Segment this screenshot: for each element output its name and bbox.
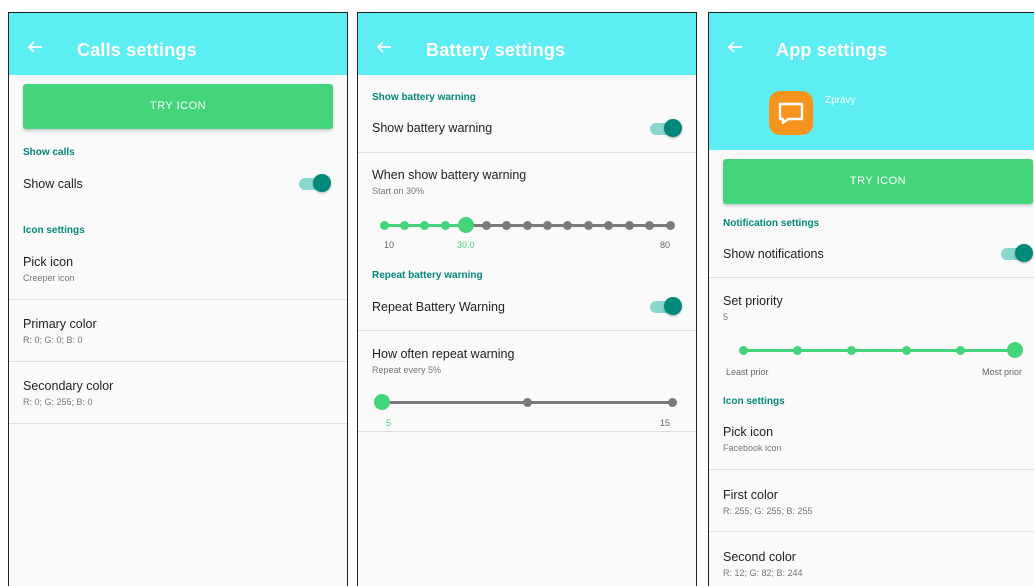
show-calls-label: Show calls <box>23 177 83 191</box>
slider-tick[interactable] <box>604 221 614 230</box>
page-title: App settings <box>776 40 888 60</box>
app-name: Zprávy <box>825 95 856 106</box>
slider-tick[interactable] <box>399 221 409 230</box>
repeat-battery-warning-toggle[interactable] <box>648 297 682 315</box>
slider-tick[interactable] <box>738 346 748 355</box>
divider <box>709 277 1034 278</box>
divider <box>709 531 1034 532</box>
battery-app-bar: Battery settings <box>358 13 696 75</box>
show-battery-warning-label: Show battery warning <box>372 121 493 135</box>
section-header-icon-settings: Icon settings <box>23 225 85 236</box>
slider-tick[interactable] <box>563 221 573 230</box>
divider <box>358 152 696 153</box>
slider-max-label: 15 <box>660 418 671 428</box>
priority-slider[interactable] <box>738 340 1023 360</box>
slider-thumb[interactable] <box>457 217 474 233</box>
slider-tick[interactable] <box>645 221 655 230</box>
section-header-show-calls: Show calls <box>23 147 75 158</box>
slider-max-label: 80 <box>660 240 671 250</box>
slider-tick[interactable] <box>901 346 911 355</box>
slider-tick[interactable] <box>583 221 593 230</box>
set-priority-label: Set priority <box>723 294 783 308</box>
first-color-value: R: 255; G: 255; B: 255 <box>723 506 813 516</box>
how-often-repeat-value: Repeat every 5% <box>372 365 442 375</box>
divider <box>9 299 347 300</box>
app-settings-app-bar: App settings Zprávy <box>709 13 1034 150</box>
slider-tick[interactable] <box>440 221 450 230</box>
slider-tick[interactable] <box>956 346 966 355</box>
slider-tick[interactable] <box>542 221 552 230</box>
slider-tick[interactable] <box>667 398 677 407</box>
second-color-label: Second color <box>723 550 796 564</box>
back-arrow-icon[interactable] <box>27 39 43 55</box>
calls-app-bar: Calls settings <box>9 13 347 75</box>
slider-thumb[interactable] <box>374 394 390 410</box>
set-priority-value: 5 <box>723 312 729 322</box>
calls-settings-screen: Calls settings TRY ICON Show calls Show … <box>8 12 348 586</box>
secondary-color-value: R: 0; G: 255; B: 0 <box>23 397 93 407</box>
first-color-label: First color <box>723 488 778 502</box>
slider-tick[interactable] <box>624 221 634 230</box>
slider-max-label: Most prior <box>982 367 1023 377</box>
show-calls-toggle[interactable] <box>297 174 331 192</box>
slider-tick[interactable] <box>522 221 532 230</box>
slider-thumb[interactable] <box>1007 342 1023 358</box>
pick-icon-label: Pick icon <box>23 255 74 269</box>
section-header-notification-settings: Notification settings <box>723 218 820 229</box>
battery-warning-slider[interactable] <box>379 215 675 235</box>
slider-min-label: 10 <box>384 240 395 250</box>
divider <box>709 469 1034 470</box>
try-icon-button[interactable]: TRY ICON <box>723 159 1033 204</box>
show-notifications-label: Show notifications <box>723 247 824 261</box>
primary-color-label: Primary color <box>23 317 97 331</box>
slider-min-label: 5 <box>386 418 392 428</box>
secondary-color-label: Secondary color <box>23 379 114 393</box>
battery-settings-screen: Battery settings Show battery warning Sh… <box>357 12 697 586</box>
slider-tick[interactable] <box>420 221 430 230</box>
primary-color-value: R: 0; G: 0; B: 0 <box>23 335 83 345</box>
divider <box>358 330 696 331</box>
when-show-battery-warning-value: Start on 30% <box>372 186 425 196</box>
repeat-battery-warning-label: Repeat Battery Warning <box>372 300 505 314</box>
second-color-value: R: 12; G: 82; B: 244 <box>723 568 803 578</box>
repeat-interval-slider[interactable] <box>374 392 677 412</box>
divider <box>9 361 347 362</box>
section-header-repeat-battery-warning: Repeat battery warning <box>372 270 483 281</box>
slider-tick[interactable] <box>522 398 532 407</box>
when-show-battery-warning-label: When show battery warning <box>372 168 527 182</box>
pick-icon-label: Pick icon <box>723 425 774 439</box>
section-header-show-battery-warning: Show battery warning <box>372 92 476 103</box>
divider <box>9 423 347 424</box>
back-arrow-icon[interactable] <box>376 39 392 55</box>
page-title: Battery settings <box>426 40 566 60</box>
slider-min-label: Least prior <box>726 367 769 377</box>
slider-tick[interactable] <box>847 346 857 355</box>
slider-tick[interactable] <box>665 221 675 230</box>
slider-tick[interactable] <box>792 346 802 355</box>
show-notifications-toggle[interactable] <box>999 244 1033 262</box>
pick-icon-value: Creeper icon <box>23 273 75 283</box>
show-battery-warning-toggle[interactable] <box>648 119 682 137</box>
back-arrow-icon[interactable] <box>727 39 743 55</box>
slider-tick[interactable] <box>379 221 389 230</box>
slider-current-value: 30.0 <box>457 240 475 250</box>
how-often-repeat-label: How often repeat warning <box>372 347 515 361</box>
app-logo <box>769 91 813 135</box>
try-icon-button[interactable]: TRY ICON <box>23 84 333 129</box>
app-settings-screen: App settings Zprávy TRY ICON Notificatio… <box>708 12 1034 586</box>
divider <box>358 431 696 432</box>
slider-active-track <box>743 349 1015 352</box>
section-header-icon-settings: Icon settings <box>723 396 785 407</box>
pick-icon-value: Facebook icon <box>723 443 782 453</box>
message-bubble-icon <box>778 102 804 125</box>
page-title: Calls settings <box>77 40 197 60</box>
slider-tick[interactable] <box>481 221 491 230</box>
slider-tick[interactable] <box>502 221 512 230</box>
